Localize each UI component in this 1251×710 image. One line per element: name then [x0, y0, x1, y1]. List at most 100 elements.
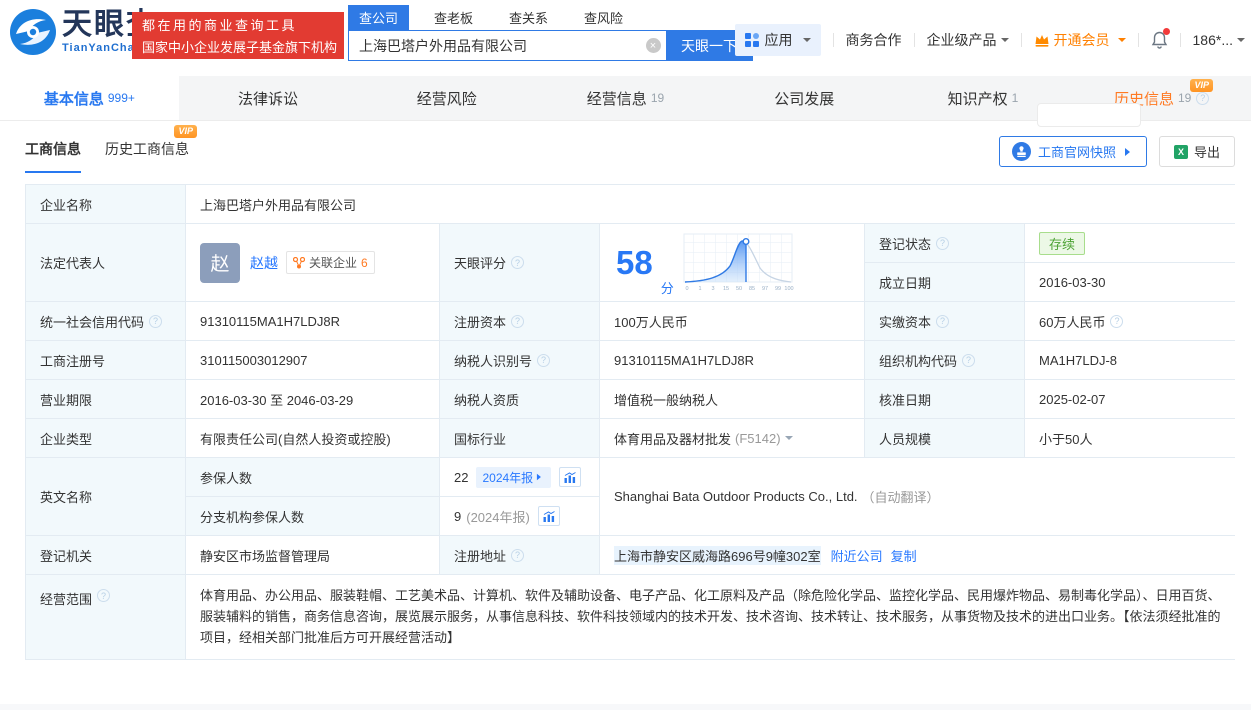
help-icon[interactable] [936, 314, 950, 328]
search-tab-relation[interactable]: 查关系 [498, 5, 559, 30]
tab-label: 经营信息 [586, 90, 647, 108]
chevron-down-icon[interactable] [784, 436, 793, 444]
tooltip-remnant [1037, 103, 1141, 127]
tab-company-development[interactable]: 公司发展 [715, 76, 894, 120]
network-icon [293, 256, 305, 268]
search-area: 查公司 查老板 查关系 查风险 × 天眼一下 [348, 5, 753, 61]
business-term-value: 2016-03-30 至 2046-03-29 [186, 380, 439, 418]
help-icon[interactable] [1196, 91, 1210, 105]
help-icon[interactable] [537, 353, 551, 367]
search-box: × 天眼一下 [348, 30, 753, 61]
tab-legal-proceedings[interactable]: 法律诉讼 [179, 76, 358, 120]
help-icon[interactable] [149, 314, 163, 328]
help-icon[interactable] [511, 314, 525, 328]
help-icon[interactable] [936, 236, 950, 250]
score-value-cell: 58 分 0 1 3 15 50 85 97 99 100 [600, 224, 864, 301]
paid-capital-label-cell: 实缴资本 [865, 302, 1024, 340]
reg-number-label: 工商注册号 [26, 341, 185, 379]
bar-chart-icon [543, 510, 555, 522]
score-value[interactable]: 58 [616, 246, 653, 279]
insured-value-cell: 22 2024年报 [440, 458, 599, 496]
legal-rep-label: 法定代表人 [26, 224, 185, 301]
open-vip-label: 开通会员 [1053, 32, 1110, 48]
address-value-cell: 上海市静安区威海路696号9幢302室 附近公司 复制 [600, 536, 1236, 574]
reg-capital-label: 注册资本 [454, 314, 507, 330]
enterprise-products-label: 企业级产品 [926, 32, 997, 48]
taxpayer-id-label: 纳税人识别号 [454, 353, 533, 369]
clear-search-button[interactable]: × [640, 31, 666, 60]
reg-authority-value: 静安区市场监督管理局 [186, 536, 439, 574]
nav-enterprise-products[interactable]: 企业级产品 [927, 30, 1009, 50]
status-badge: 存续 [1039, 231, 1086, 255]
svg-text:50: 50 [736, 286, 742, 292]
score-distribution-chart[interactable]: 0 1 3 15 50 85 97 99 100 [682, 232, 794, 294]
search-input[interactable] [349, 31, 640, 60]
copy-address-link[interactable]: 复制 [891, 546, 917, 565]
excel-icon [1173, 144, 1188, 159]
org-code-label-cell: 组织机构代码 [865, 341, 1024, 379]
related-companies-label: 关联企业 [309, 256, 358, 270]
divider [832, 33, 834, 47]
score-unit[interactable]: 分 [661, 278, 674, 297]
org-code-label: 组织机构代码 [879, 353, 958, 369]
tab-operation-risk[interactable]: 经营风险 [357, 76, 536, 120]
divider [913, 33, 915, 47]
address-value: 上海市静安区威海路696号9幢302室 [614, 545, 821, 565]
search-tab-risk[interactable]: 查风险 [573, 5, 634, 30]
account-menu[interactable]: 186*... [1193, 32, 1245, 48]
score-label-cell: 天眼评分 [440, 224, 599, 301]
nearby-companies-link[interactable]: 附近公司 [831, 546, 883, 565]
tab-count: 19 [1177, 91, 1192, 105]
export-button[interactable]: 导出 [1158, 136, 1235, 167]
help-icon[interactable] [962, 353, 976, 367]
taxpayer-quality-label: 纳税人资质 [440, 380, 599, 418]
nav-business-cooperation[interactable]: 商务合作 [846, 30, 902, 50]
annual-report-badge[interactable]: 2024年报 [476, 466, 552, 488]
arrow-right-icon [1124, 147, 1134, 156]
vip-badge: VIP [174, 125, 197, 138]
svg-text:85: 85 [749, 286, 755, 292]
svg-text:97: 97 [762, 286, 768, 292]
tab-count: 19 [650, 91, 665, 105]
help-icon[interactable] [511, 548, 525, 562]
reg-authority-label: 登记机关 [26, 536, 185, 574]
chevron-down-icon [1117, 38, 1126, 46]
tab-label: 经营风险 [416, 90, 477, 108]
subtab-business-info[interactable]: 工商信息 [25, 139, 81, 173]
help-icon[interactable] [97, 589, 111, 602]
branch-insured-count: 9 [454, 508, 462, 524]
search-tab-company[interactable]: 查公司 [348, 5, 410, 30]
establish-date-value: 2016-03-30 [1025, 263, 1236, 301]
apps-menu[interactable]: 应用 [734, 24, 821, 56]
tab-operation-info[interactable]: 经营信息 19 [536, 76, 715, 120]
legal-rep-name-link[interactable]: 赵越 [250, 253, 278, 273]
related-companies-badge[interactable]: 关联企业 6 [286, 251, 375, 274]
branch-insured-value-cell: 9 (2024年报) [440, 497, 599, 535]
approval-date-value: 2025-02-07 [1025, 380, 1236, 418]
help-icon[interactable] [511, 256, 525, 269]
paid-capital-value-cell: 60万人民币 [1025, 302, 1236, 340]
taxpayer-id-label-cell: 纳税人识别号 [440, 341, 599, 379]
chevron-down-icon [1237, 38, 1245, 46]
insured-count: 22 [454, 469, 469, 485]
search-tab-boss[interactable]: 查老板 [423, 5, 484, 30]
tab-basic-info[interactable]: 基本信息 999+ [0, 76, 179, 120]
staff-size-value: 小于50人 [1025, 419, 1236, 457]
legal-rep-avatar[interactable]: 赵 [200, 242, 240, 283]
branch-insured-trend-button[interactable] [537, 506, 560, 526]
insured-trend-button[interactable] [559, 467, 582, 487]
credit-code-value: 91310115MA1H7LDJ8R [186, 302, 439, 340]
approval-date-label: 核准日期 [865, 380, 1024, 418]
notifications-button[interactable] [1151, 28, 1170, 49]
help-icon[interactable] [1110, 314, 1124, 328]
business-scope-label-cell: 经营范围 [26, 575, 185, 659]
taxpayer-id-value: 91310115MA1H7LDJ8R [600, 341, 864, 379]
official-snapshot-button[interactable]: 工商官网快照 [998, 136, 1147, 167]
nav-open-vip[interactable]: 开通会员 [1034, 30, 1126, 50]
company-name-label: 企业名称 [26, 185, 185, 223]
industry-code: (F5142) [735, 430, 781, 446]
subtab-history-business-info[interactable]: VIP 历史工商信息 [105, 125, 197, 173]
slogan-line2: 国家中小企业发展子基金旗下机构 [142, 40, 338, 55]
reg-capital-value: 100万人民币 [600, 302, 864, 340]
reg-status-value-cell: 存续 [1025, 224, 1236, 262]
